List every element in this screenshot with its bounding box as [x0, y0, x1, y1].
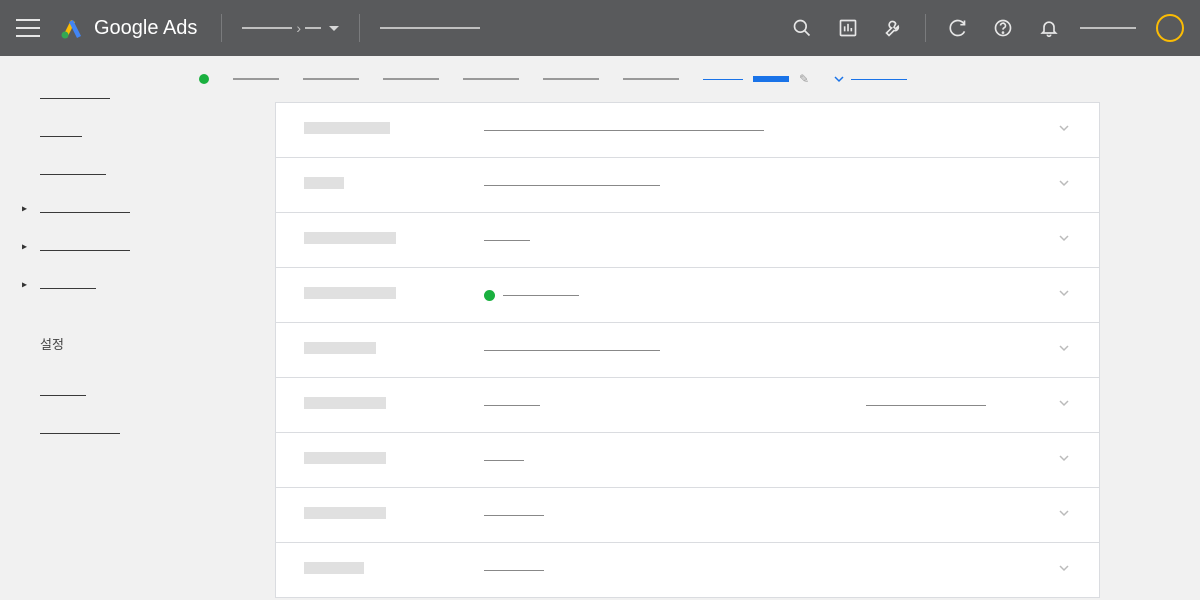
pencil-icon[interactable]: ✎ — [799, 72, 809, 86]
setting-value — [484, 515, 1071, 516]
breadcrumb-item[interactable] — [383, 78, 439, 80]
status-dot-icon — [484, 290, 495, 301]
chevron-down-icon — [833, 73, 845, 85]
setting-value-secondary — [866, 405, 986, 406]
notifications-icon[interactable] — [1038, 17, 1060, 39]
setting-value — [484, 240, 1071, 241]
dropdown-triangle-icon — [329, 26, 339, 31]
chevron-down-icon — [1057, 506, 1071, 525]
breadcrumb-active-group: ✎ — [703, 72, 809, 86]
breadcrumb-item[interactable] — [233, 78, 279, 80]
divider — [925, 14, 926, 42]
tools-icon[interactable] — [883, 17, 905, 39]
setting-value — [484, 570, 1071, 571]
setting-label — [304, 121, 484, 139]
setting-label — [304, 561, 484, 579]
setting-row[interactable] — [276, 378, 1099, 433]
chevron-down-icon — [1057, 121, 1071, 140]
product-name: Google Ads — [94, 17, 197, 40]
header-tools-2 — [946, 17, 1060, 39]
avatar[interactable] — [1156, 14, 1184, 42]
google-ads-logo-icon — [60, 16, 84, 40]
setting-row[interactable] — [276, 488, 1099, 543]
setting-row[interactable] — [276, 543, 1099, 597]
chevron-down-icon — [1057, 396, 1071, 415]
chevron-right-icon: › — [296, 20, 301, 36]
breadcrumb-more[interactable] — [833, 73, 907, 85]
content-area: ✎ — [175, 56, 1200, 600]
sidebar-item[interactable] — [0, 152, 175, 190]
breadcrumb-item[interactable] — [303, 78, 359, 80]
setting-row[interactable] — [276, 323, 1099, 378]
sidebar: ▸ ▸ ▸ 설정 — [0, 56, 175, 600]
sidebar-item-expandable[interactable]: ▸ — [0, 228, 175, 266]
help-icon[interactable] — [992, 17, 1014, 39]
breadcrumb-item[interactable] — [543, 78, 599, 80]
setting-row[interactable] — [276, 103, 1099, 158]
sidebar-item[interactable] — [0, 411, 175, 449]
setting-value — [484, 290, 1071, 301]
chevron-down-icon — [1057, 176, 1071, 195]
breadcrumb-item[interactable] — [623, 78, 679, 80]
setting-row[interactable] — [276, 158, 1099, 213]
reports-icon[interactable] — [837, 17, 859, 39]
settings-panel — [275, 102, 1100, 598]
setting-label — [304, 506, 484, 524]
expand-icon: ▸ — [22, 242, 27, 253]
chevron-down-icon — [1057, 286, 1071, 305]
account-selector[interactable]: › — [242, 20, 339, 36]
setting-label — [304, 231, 484, 249]
expand-icon: ▸ — [22, 204, 27, 215]
chevron-down-icon — [1057, 451, 1071, 470]
setting-label — [304, 286, 484, 304]
setting-label — [304, 396, 484, 414]
breadcrumb-item[interactable] — [463, 78, 519, 80]
header-tools — [791, 17, 905, 39]
chevron-down-icon — [1057, 231, 1071, 250]
status-dot-icon — [199, 74, 209, 84]
search-icon[interactable] — [791, 17, 813, 39]
main-wrap: ▸ ▸ ▸ 설정 ✎ — [0, 56, 1200, 600]
top-header: Google Ads › — [0, 0, 1200, 56]
setting-row[interactable] — [276, 213, 1099, 268]
expand-icon: ▸ — [22, 280, 27, 291]
breadcrumb-bar: ✎ — [175, 56, 1200, 102]
setting-value — [484, 130, 1071, 131]
sidebar-item[interactable] — [0, 114, 175, 152]
setting-row[interactable] — [276, 268, 1099, 323]
breadcrumb-item-selected[interactable] — [753, 76, 789, 82]
setting-label — [304, 341, 484, 359]
sidebar-item-expandable[interactable]: ▸ — [0, 266, 175, 304]
account-path-ph — [242, 27, 292, 29]
user-label-ph — [1080, 27, 1136, 29]
divider — [359, 14, 360, 42]
sidebar-item-expandable[interactable]: ▸ — [0, 190, 175, 228]
breadcrumb-item-active[interactable] — [703, 79, 743, 80]
logo-area[interactable]: Google Ads — [60, 16, 197, 40]
setting-label — [304, 176, 484, 194]
sidebar-item[interactable] — [0, 76, 175, 114]
chevron-down-icon — [1057, 341, 1071, 360]
refresh-icon[interactable] — [946, 17, 968, 39]
sidebar-item[interactable] — [0, 373, 175, 411]
account-name-ph — [380, 27, 480, 29]
account-path-ph2 — [305, 27, 321, 29]
header-user-area — [1080, 14, 1184, 42]
sidebar-item-settings[interactable]: 설정 — [0, 324, 175, 363]
chevron-down-icon — [1057, 561, 1071, 580]
divider — [221, 14, 222, 42]
setting-value — [484, 185, 1071, 186]
hamburger-menu-icon[interactable] — [16, 19, 40, 37]
setting-value — [484, 460, 1071, 461]
setting-row[interactable] — [276, 433, 1099, 488]
setting-label — [304, 451, 484, 469]
setting-value — [484, 350, 1071, 351]
